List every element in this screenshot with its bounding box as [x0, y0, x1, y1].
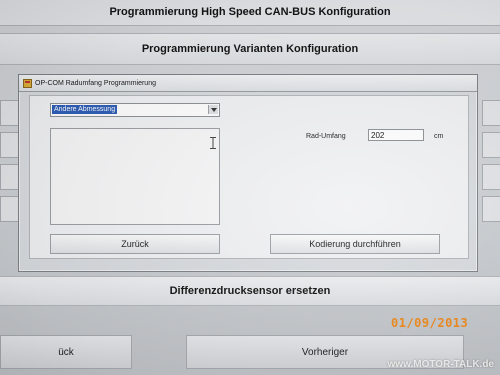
background-menu-row	[482, 100, 500, 126]
tire-size-select[interactable]: Andere Abmessung	[50, 103, 220, 117]
rad-umfang-input[interactable]: 202	[368, 129, 424, 141]
rad-umfang-label: Rad-Umfang	[306, 133, 346, 140]
previous-button-label: Vorheriger	[301, 346, 349, 358]
tire-size-listbox[interactable]	[50, 128, 220, 225]
dialog-titlebar[interactable]: OP-COM Radumfang Programmierung	[19, 75, 477, 92]
kodierung-durchfuehren-button-label: Kodierung durchführen	[309, 239, 401, 249]
text-cursor-icon	[210, 136, 216, 149]
rad-umfang-unit: cm	[434, 133, 444, 140]
background-menu-row	[0, 196, 20, 222]
radumfang-dialog: OP-COM Radumfang Programmierung Andere A…	[18, 74, 478, 272]
header-high-speed-can: Programmierung High Speed CAN-BUS Konfig…	[0, 0, 500, 26]
dialog-client-area: Andere Abmessung Rad-Umfang 202 cm Zurüc…	[29, 95, 469, 259]
menu-differenzdrucksensor-label: Differenzdrucksensor ersetzen	[169, 285, 331, 297]
background-menu-row	[482, 132, 500, 158]
background-menu-row	[482, 196, 500, 222]
screen: Programmierung High Speed CAN-BUS Konfig…	[0, 0, 500, 375]
menu-differenzdrucksensor[interactable]: Differenzdrucksensor ersetzen	[0, 276, 500, 306]
background-back-button[interactable]: ück	[0, 335, 132, 369]
background-menu-row	[0, 132, 20, 158]
opcom-app-icon	[23, 78, 32, 88]
zurueck-button[interactable]: Zurück	[50, 234, 220, 254]
background-menu-row	[0, 100, 20, 126]
photo-date-stamp: 01/09/2013	[391, 316, 469, 330]
chevron-down-icon[interactable]	[208, 105, 218, 114]
background-back-button-label: ück	[58, 346, 74, 358]
kodierung-durchfuehren-button[interactable]: Kodierung durchführen	[270, 234, 440, 254]
header-high-speed-can-label: Programmierung High Speed CAN-BUS Konfig…	[109, 6, 391, 18]
tire-size-select-value: Andere Abmessung	[52, 105, 118, 114]
background-menu-row	[482, 164, 500, 190]
header-varianten-konfiguration-label: Programmierung Varianten Konfiguration	[141, 43, 359, 55]
watermark: www.MOTOR-TALK.de	[387, 359, 494, 370]
header-varianten-konfiguration: Programmierung Varianten Konfiguration	[0, 33, 500, 65]
dialog-title: OP-COM Radumfang Programmierung	[35, 79, 156, 87]
zurueck-button-label: Zurück	[121, 239, 149, 249]
background-menu-row	[0, 164, 20, 190]
